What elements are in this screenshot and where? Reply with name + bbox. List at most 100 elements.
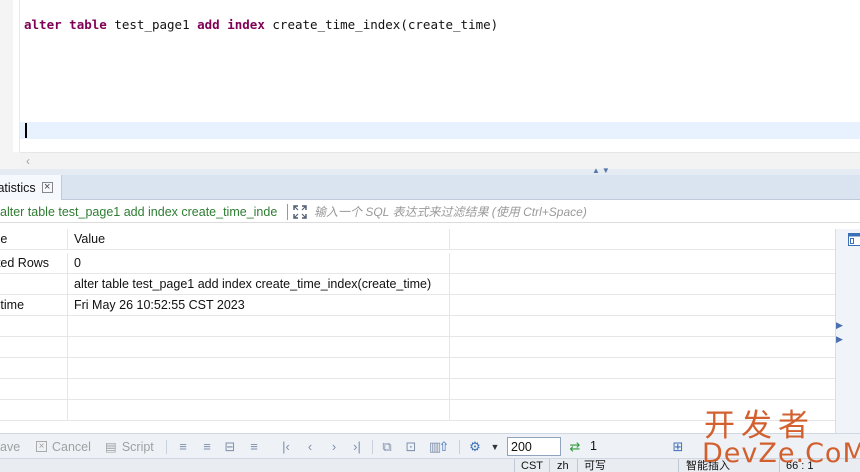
sql-text: test_page1 <box>106 17 198 32</box>
status-divider <box>779 459 780 472</box>
splitter-toggle-icon[interactable]: ▲▼ <box>592 166 612 175</box>
table-cell-value <box>68 316 450 337</box>
table-cell-value[interactable]: Fri May 26 10:52:55 CST 2023 <box>68 295 450 316</box>
previous-page-icon[interactable]: ‹ <box>302 439 318 455</box>
table-cell-name[interactable] <box>0 274 68 295</box>
filter-divider <box>287 204 288 220</box>
sql-keyword: index <box>227 17 265 32</box>
table-row[interactable]: ated Rows 0 <box>0 253 835 274</box>
cancel-button[interactable]: × Cancel <box>36 438 91 455</box>
results-toolbar: ave × Cancel ▤ Script ≡ ≡ ⊟ ≡ |‹ ‹ › ›| ⧉ … <box>0 433 860 458</box>
status-timezone: CST <box>521 460 543 472</box>
table-cell-name <box>0 400 68 421</box>
tab-statistics-label: tatistics <box>0 180 36 195</box>
status-insert-mode: 智能插入 <box>686 460 730 472</box>
filter-expression-input[interactable] <box>314 202 854 222</box>
cancel-icon: × <box>36 441 47 452</box>
status-locale: zh <box>557 460 569 472</box>
table-cell-name[interactable]: ated Rows <box>0 253 68 274</box>
grid-header-row: me Value <box>0 229 835 250</box>
export-icon[interactable]: ⇧ <box>436 439 452 455</box>
chevron-down-icon[interactable]: ▼ <box>487 439 503 455</box>
table-cell-name <box>0 316 68 337</box>
status-cursor-position: 66 : 1 <box>786 460 814 472</box>
toolbar-divider <box>459 440 460 454</box>
table-cell-empty <box>450 316 835 337</box>
script-button[interactable]: ▤ Script <box>105 438 154 455</box>
table-cell-empty <box>450 379 835 400</box>
toolbar-divider <box>372 440 373 454</box>
column-header-value[interactable]: Value <box>68 229 450 250</box>
table-cell-empty <box>450 400 835 421</box>
sql-text: create_time_index(create_time) <box>264 17 499 32</box>
table-row <box>0 400 835 421</box>
add-row-icon[interactable]: ≡ <box>199 439 215 455</box>
table-cell-value[interactable]: 0 <box>68 253 450 274</box>
script-icon: ▤ <box>105 440 117 454</box>
table-row <box>0 316 835 337</box>
expand-icon[interactable] <box>292 204 308 220</box>
panel-toggle-icon[interactable]: ▶ ▶ <box>836 318 843 346</box>
status-divider <box>514 459 515 472</box>
status-mode: 可写 <box>584 460 606 472</box>
sql-keyword: table <box>69 17 107 32</box>
save-button[interactable]: ave <box>0 438 20 455</box>
column-header-name[interactable]: me <box>0 229 68 250</box>
table-row[interactable]: h time Fri May 26 10:52:55 CST 2023 <box>0 295 835 316</box>
table-cell-empty <box>450 358 835 379</box>
fetch-size-input[interactable] <box>507 437 561 456</box>
table-cell-empty <box>450 274 835 295</box>
editor-corner <box>0 152 20 169</box>
panels-icon[interactable] <box>848 233 860 246</box>
status-bar: CST zh 可写 智能插入 66 : 1 <box>0 458 860 472</box>
first-page-icon[interactable]: |‹ <box>278 439 294 455</box>
close-icon[interactable]: × <box>41 182 53 193</box>
gear-icon[interactable]: ⚙ <box>467 439 483 455</box>
table-cell-value <box>68 379 450 400</box>
table-cell-value <box>68 400 450 421</box>
table-cell-value <box>68 337 450 358</box>
table-cell-empty <box>450 253 835 274</box>
column-header-empty <box>450 229 835 250</box>
refresh-icon[interactable]: ⇄ <box>567 439 583 455</box>
next-page-icon[interactable]: › <box>326 439 342 455</box>
tree-icon[interactable]: ⊞ <box>670 439 686 455</box>
text-caret <box>25 123 27 138</box>
delete-row-icon[interactable]: ≡ <box>246 439 262 455</box>
table-row[interactable]: alter table test_page1 add index create_… <box>0 274 835 295</box>
editor-horizontal-scrollbar[interactable]: ‹ <box>20 152 860 169</box>
table-cell-value <box>68 358 450 379</box>
tab-statistics[interactable]: tatistics × <box>0 175 62 200</box>
table-cell-name <box>0 379 68 400</box>
sql-editor[interactable]: alter table test_page1 add index create_… <box>0 0 860 152</box>
table-cell-name <box>0 337 68 358</box>
duplicate-icon[interactable]: ⧉ <box>379 439 395 455</box>
table-cell-value[interactable]: alter table test_page1 add index create_… <box>68 274 450 295</box>
table-row <box>0 379 835 400</box>
table-cell-empty <box>450 295 835 316</box>
refresh-view-icon[interactable]: ⊡ <box>403 439 419 455</box>
table-cell-name <box>0 358 68 379</box>
results-grid[interactable]: me Value ated Rows 0 alter table test_pa… <box>0 229 835 433</box>
sql-keyword: alter <box>24 17 62 32</box>
status-divider <box>549 459 550 472</box>
status-divider <box>577 459 578 472</box>
table-row <box>0 358 835 379</box>
sql-keyword: add <box>197 17 220 32</box>
scroll-left-icon[interactable]: ‹ <box>26 154 30 168</box>
copy-row-icon[interactable]: ⊟ <box>222 439 238 455</box>
current-line-highlight <box>20 122 860 139</box>
row-count: 1 <box>590 439 597 453</box>
edit-row-icon[interactable]: ≡ <box>175 439 191 455</box>
table-cell-empty <box>450 337 835 358</box>
status-divider <box>678 459 679 472</box>
sql-code-line[interactable]: alter table test_page1 add index create_… <box>24 17 498 32</box>
results-tab-bar: tatistics × <box>0 175 860 200</box>
filter-bar: alter table test_page1 add index create_… <box>0 201 860 223</box>
editor-gutter <box>0 0 13 152</box>
executed-query-text: alter table test_page1 add index create_… <box>0 205 278 219</box>
table-row <box>0 337 835 358</box>
table-cell-name[interactable]: h time <box>0 295 68 316</box>
toolbar-divider <box>166 440 167 454</box>
last-page-icon[interactable]: ›| <box>349 439 365 455</box>
